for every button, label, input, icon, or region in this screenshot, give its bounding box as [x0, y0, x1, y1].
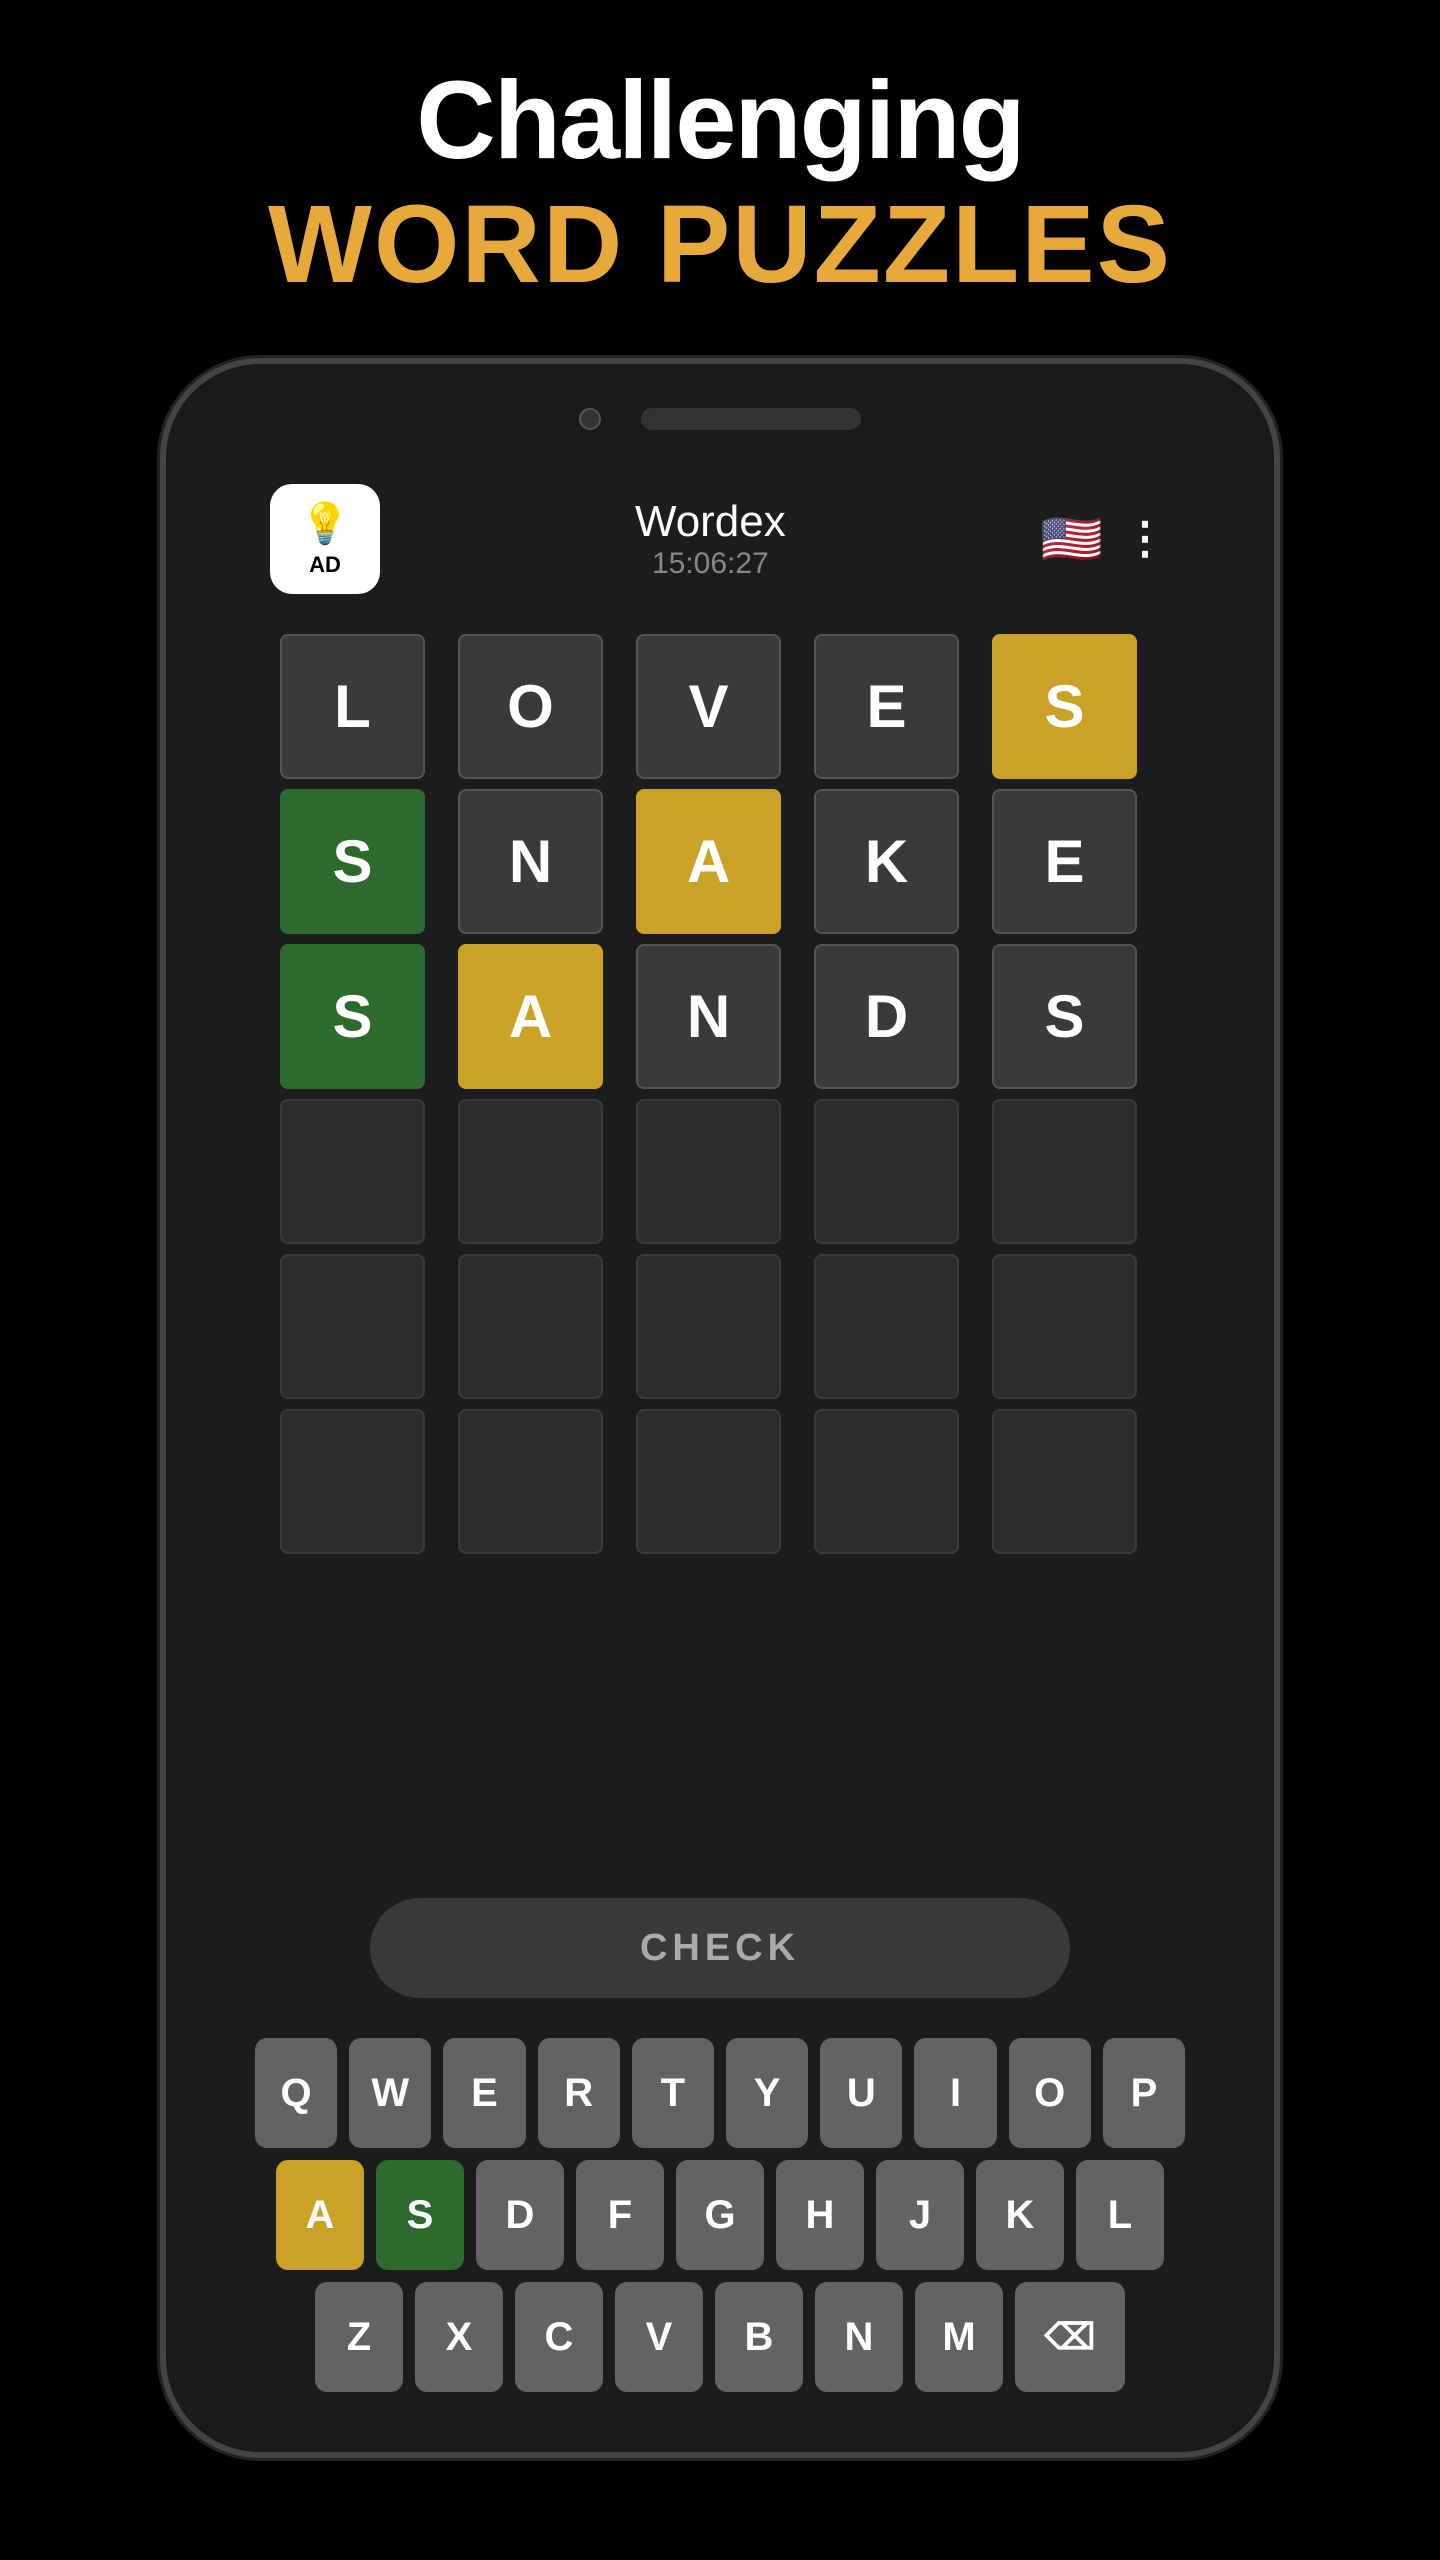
keyboard-key[interactable]: X [415, 2282, 503, 2392]
bulb-icon: 💡 [300, 500, 350, 547]
keyboard-row: ZXCVBNM⌫ [255, 2282, 1185, 2392]
keyboard-key[interactable]: G [676, 2160, 764, 2270]
tile: A [458, 944, 603, 1089]
keyboard-key[interactable]: C [515, 2282, 603, 2392]
hero-subtitle: WORD PUZZLES [268, 181, 1172, 308]
tile [636, 1409, 781, 1554]
tile: N [458, 789, 603, 934]
keyboard-key[interactable]: U [820, 2038, 902, 2148]
ad-button[interactable]: 💡 AD [270, 484, 380, 594]
keyboard-key[interactable]: O [1009, 2038, 1091, 2148]
keyboard-key[interactable]: S [376, 2160, 464, 2270]
tile: S [280, 944, 425, 1089]
tile: L [280, 634, 425, 779]
keyboard-key[interactable]: R [538, 2038, 620, 2148]
keyboard-key[interactable]: L [1076, 2160, 1164, 2270]
tile: K [814, 789, 959, 934]
tile: S [992, 634, 1137, 779]
check-button[interactable]: CHECK [370, 1898, 1070, 1998]
tile: N [636, 944, 781, 1089]
tile: A [636, 789, 781, 934]
keyboard-key[interactable]: K [976, 2160, 1064, 2270]
tile [992, 1254, 1137, 1399]
tile [280, 1099, 425, 1244]
tile [280, 1254, 425, 1399]
tile [992, 1099, 1137, 1244]
hero-title: Challenging [416, 60, 1023, 181]
tile [458, 1409, 603, 1554]
game-grid: LOVESSNAKESANDS [240, 614, 1200, 1574]
tile [458, 1254, 603, 1399]
phone-screen: 💡 AD Wordex 15:06:27 🇺🇸 ⋮ LOVESSNAKESAND… [240, 464, 1200, 2422]
keyboard-row: ASDFGHJKL [255, 2160, 1185, 2270]
keyboard-key[interactable]: T [632, 2038, 714, 2148]
tile [814, 1099, 959, 1244]
flag-icon[interactable]: 🇺🇸 [1041, 510, 1103, 569]
tile [458, 1099, 603, 1244]
phone-top [166, 364, 1274, 454]
keyboard-row: QWERTYUIOP [255, 2038, 1185, 2148]
app-header: 💡 AD Wordex 15:06:27 🇺🇸 ⋮ [240, 464, 1200, 614]
keyboard-key[interactable]: B [715, 2282, 803, 2392]
tile: E [992, 789, 1137, 934]
keyboard: QWERTYUIOP ASDFGHJKL ZXCVBNM⌫ [240, 2028, 1200, 2422]
keyboard-key[interactable]: F [576, 2160, 664, 2270]
keyboard-key[interactable]: J [876, 2160, 964, 2270]
phone-shell: 💡 AD Wordex 15:06:27 🇺🇸 ⋮ LOVESSNAKESAND… [160, 358, 1280, 2458]
phone-speaker [641, 408, 861, 430]
keyboard-key[interactable]: N [815, 2282, 903, 2392]
tile [280, 1409, 425, 1554]
keyboard-key[interactable]: H [776, 2160, 864, 2270]
keyboard-key[interactable]: Q [255, 2038, 337, 2148]
tile: S [992, 944, 1137, 1089]
app-header-right: 🇺🇸 ⋮ [1041, 510, 1170, 569]
keyboard-key[interactable]: V [615, 2282, 703, 2392]
tile [992, 1409, 1137, 1554]
tile [636, 1099, 781, 1244]
tile: V [636, 634, 781, 779]
keyboard-key[interactable]: ⌫ [1015, 2282, 1125, 2392]
check-button-label: CHECK [640, 1927, 800, 1970]
keyboard-key[interactable]: Y [726, 2038, 808, 2148]
more-menu-icon[interactable]: ⋮ [1123, 517, 1170, 561]
app-timer: 15:06:27 [635, 547, 786, 581]
phone-camera [579, 408, 601, 430]
tile [636, 1254, 781, 1399]
keyboard-key[interactable]: W [349, 2038, 431, 2148]
app-title: Wordex [635, 497, 786, 547]
tile [814, 1254, 959, 1399]
keyboard-key[interactable]: E [443, 2038, 525, 2148]
ad-label: AD [309, 552, 341, 578]
tile [814, 1409, 959, 1554]
tile: S [280, 789, 425, 934]
keyboard-key[interactable]: P [1103, 2038, 1185, 2148]
keyboard-key[interactable]: A [276, 2160, 364, 2270]
keyboard-key[interactable]: I [914, 2038, 996, 2148]
keyboard-key[interactable]: Z [315, 2282, 403, 2392]
tile: E [814, 634, 959, 779]
tile: D [814, 944, 959, 1089]
tile: O [458, 634, 603, 779]
keyboard-key[interactable]: M [915, 2282, 1003, 2392]
keyboard-key[interactable]: D [476, 2160, 564, 2270]
app-title-block: Wordex 15:06:27 [635, 497, 786, 581]
